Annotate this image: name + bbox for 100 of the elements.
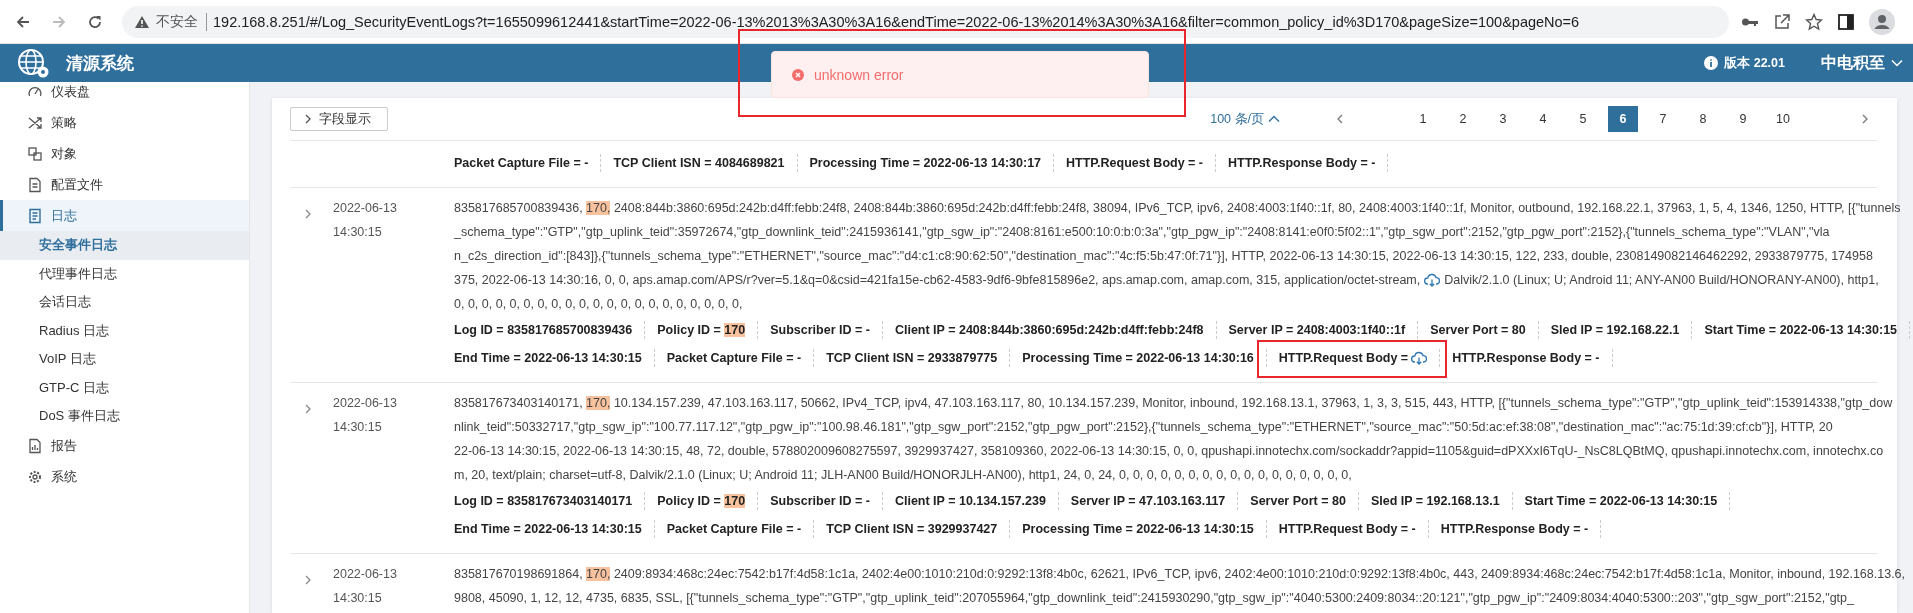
error-icon <box>792 68 804 81</box>
sidebar-subitem[interactable]: VoIP 日志 <box>0 345 249 374</box>
log-field: Policy ID = 170 <box>657 494 746 508</box>
log-field: Processing Time = 2022-06-13 14:30:15 <box>1022 522 1254 536</box>
log-field: Client IP = 10.134.157.239 <box>894 494 1046 508</box>
log-text: nlink_teid":50332717,"gtp_sgw_ip":"100.77.117.12","gtp_pgw_ip":"100.98.46.181","gtp_sgw_port":2152,"gtp_pgw_port":2152},{"tunnels_schema_type":"ETHERNET","source_mac":"50:5d:ac:ef:38:08","destination_mac":"ac:75:1d:39:cf:cb"}], HTTP, 20 <box>454 420 1833 434</box>
log-field: HTTP.Response Body = - <box>1452 351 1600 365</box>
log-text: m, 20, text/plain; charset=utf-8, Dalvik/2.1.0 (Linux; U; Android 11; JLH-AN00 Build/HONORJLH-AN00), http1, 24, 0, 24, 0, 0, 0, 0, 0, 0, 0, 0, 0, 0, 0, 0, 0, 0, 0, 0, 0, <box>454 468 1352 482</box>
log-field: TCP Client ISN = 3929937427 <box>826 522 998 536</box>
crossed-arrows-icon <box>27 114 43 131</box>
squares-icon <box>27 145 43 162</box>
sidebar-subitem[interactable]: 安全事件日志 <box>0 231 249 260</box>
chevron-left-icon <box>1335 113 1345 125</box>
log-field: Client IP = 2408:844b:3860:695d:242b:d4ff:febb:24f8 <box>894 323 1204 337</box>
page-button[interactable]: 3 <box>1488 106 1518 132</box>
error-message: unknown error <box>814 66 904 83</box>
expand-chevron-icon <box>303 208 313 220</box>
report-icon <box>27 438 43 454</box>
share-icon[interactable] <box>1773 12 1791 31</box>
expand-chevron-icon <box>303 574 313 586</box>
log-field: Start Time = 2022-06-13 14:30:15 <box>1524 494 1718 508</box>
sidebar-item[interactable]: 报告 <box>0 430 249 462</box>
app-title: 清源系统 <box>66 52 134 75</box>
page-size-select[interactable]: 100 条/页 <box>1210 110 1280 128</box>
page-button[interactable]: 4 <box>1528 106 1558 132</box>
profile-icon[interactable] <box>1869 8 1895 35</box>
sidebar-item[interactable]: 策略 <box>0 107 249 138</box>
forward-arrow-icon <box>51 13 67 30</box>
page-button[interactable]: 5 <box>1568 106 1598 132</box>
log-field: End Time = 2022-06-13 14:30:15 <box>454 522 642 536</box>
document-list-icon <box>27 207 43 224</box>
log-field: TCP Client ISN = 4084689821 <box>613 156 785 170</box>
cloud-download-icon <box>1411 351 1428 365</box>
log-field: Log ID = 835817685700839436 <box>454 323 633 337</box>
page-button[interactable]: 9 <box>1728 106 1758 132</box>
page-button[interactable]: 8 <box>1688 106 1718 132</box>
page-button[interactable]: 1 <box>1408 106 1438 132</box>
chevron-right-icon <box>1860 113 1870 125</box>
log-field: Packet Capture File = - <box>666 522 802 536</box>
log-field: Packet Capture File = - <box>666 351 802 365</box>
page-button[interactable]: 10 <box>1768 106 1798 132</box>
field-display-button[interactable]: 字段显示 <box>290 107 388 131</box>
log-date: 2022-06-13 <box>333 566 398 583</box>
log-time: 14:30:15 <box>333 419 383 436</box>
log-text: 9808, 45090, 1, 12, 12, 4735, 6835, SSL, [{"tunnels_schema_type":"GTP","gtp_uplink_teid":207055964,"gtp_downlink_teid":2415930290,"gtp_sgw_ip":"4040:5300:2409:8034::20:121","gtp_pgw_ip":"2409:8034:4040:5300::203","gtp_sgw_port":2152,"gtp_ <box>454 591 1854 605</box>
log-field: End Time = 2022-06-13 14:30:15 <box>454 351 642 365</box>
log-field: Start Time = 2022-06-13 14:30:15 <box>1704 323 1898 337</box>
log-field: HTTP.Request Body = - <box>1066 156 1204 170</box>
page-button[interactable]: 6 <box>1608 106 1638 132</box>
log-field: Server IP = 2408:4003:1f40::1f <box>1228 323 1406 337</box>
page-button[interactable]: 7 <box>1648 106 1678 132</box>
sidebar-item[interactable]: 系统 <box>0 461 249 493</box>
log-field: HTTP.Response Body = - <box>1440 522 1589 536</box>
url-text: 192.168.8.251/#/Log_SecurityEventLogs?t=1655099612441&startTime=2022-06-13%2013%3A30%3A16&endTime=2022-06-13%2014%3A30%3A16&filter=common_policy_id%3D170&pageSize=100&pageNo=6 <box>213 13 1580 30</box>
document-icon <box>27 176 43 193</box>
caret-down-icon <box>1891 59 1903 67</box>
user-menu[interactable]: 中电积至 <box>1821 52 1885 74</box>
log-field: Server Port = 80 <box>1430 323 1526 337</box>
star-icon[interactable] <box>1805 12 1823 31</box>
sidebar-item[interactable]: 仪表盘 <box>0 76 249 107</box>
address-bar[interactable]: 不安全 192.168.8.251/#/Log_SecurityEventLogs?t=1655099612441&startTime=2022-06-13%2013%3A30%3A16&endTime=2022-06-13%2014%3A30%3A16&filter=common_policy_id%3D170&pageSize=100&pageNo=6 <box>122 5 1729 38</box>
back-arrow-icon <box>15 13 31 30</box>
log-field: HTTP.Request Body = <box>1278 351 1409 365</box>
log-date: 2022-06-13 <box>333 200 398 217</box>
log-field: Packet Capture File = - <box>454 156 589 170</box>
log-text: Dalvik/2.1.0 (Linux; U; Android 11; ANY-AN00 Build/HONORANY-AN00), http1, <box>1444 273 1879 287</box>
log-text: 0, 0, 0, 0, 0, 0, 0, 0, 0, 0, 0, 0, 0, 0, 0, 0, 0, 0, 0, 0, 0, <box>454 297 743 311</box>
sidebar-item[interactable]: 配置文件 <box>0 169 249 200</box>
log-field: HTTP.Request Body = - <box>1278 522 1416 536</box>
log-text: 375, 2022-06-13 14:30:16, 0, 0, aps.amap.com/APS/r?ver=5.1&q=0&csid=421fa15e-cb62-4583-9df6-9bfe815896e2, aps.amap.com, amap.com, 315, application/octet-stream, <box>454 273 1421 287</box>
log-text: 835817673403140171, 170, 10.134.157.239, 47.103.163.117, 50662, IPv4_TCP, ipv4, 47.103.163.117, 80, 10.134.157.239, Monitor, inbound, 192.168.13.1, 37963, 1, 3, 3, 515, 443, HTTP, [{"tunnels_schema_type":"GTP","gtp_uplink_teid":153914338,"gtp_dow <box>454 396 1893 410</box>
sidebar-subitem[interactable]: DoS 事件日志 <box>0 402 249 431</box>
log-field: Server IP = 47.103.163.117 <box>1070 494 1226 508</box>
log-text: 835817670198691864, 170, 2409:8934:468c:24ec:7542:b17f:4d58:1c1a, 2402:4e00:1010:210d:0:9292:13f8:4b0c, 62621, IPv6_TCP, ipv6, 2402:4e00:1010:210d:0:9292:13f8:4b0c, 443, 2409:8934:468c:24ec:7542:b17f:4d58:1c1a, Monitor, inbound, 192.168.13.6, <box>454 567 1906 581</box>
log-time: 14:30:15 <box>333 590 383 607</box>
log-text: n_c2s_direction_id":[843]},{"tunnels_schema_type":"ETHERNET","source_mac":"d4:c1:c8:90:62:50","destination_mac":"4c:f5:5b:47:0f:71"}], HTTP, 2022-06-13 14:30:15, 2022-06-13 14:30:15, 122, 233, double, 2308149082146462292, 2933879775, 174958 <box>454 249 1873 263</box>
log-field: Policy ID = 170 <box>657 323 746 337</box>
info-icon <box>1704 56 1719 70</box>
log-field: Sled IP = 192.168.22.1 <box>1550 323 1680 337</box>
log-field: Log ID = 835817673403140171 <box>454 494 633 508</box>
log-text: 22-06-13 14:30:15, 2022-06-13 14:30:15, 48, 72, double, 578802009608275597, 3929937427, 358109360, 2022-06-13 14:30:15, 0, 0, qpushapi.innotechx.com/sockaddr?appid=1105&guid=dPXXxI6TqU-_NsC8LQBtMQ, qpushapi.innotechx.com, innotechx.co <box>454 444 1884 458</box>
log-field: Processing Time = 2022-06-13 14:30:17 <box>809 156 1042 170</box>
sidebar-item[interactable]: 对象 <box>0 138 249 169</box>
gear-icon <box>27 469 43 485</box>
log-text: _schema_type":"GTP","gtp_uplink_teid":35972674,"gtp_downlink_teid":2415936141,"gtp_sgw_ip":"2408:8161:e500:10:0:b:0:3a","gtp_pgw_ip":"2408:8141:e0f0:5f02::1","gtp_sgw_port":2152,"gtp_pgw_port":2152},{"tunnels_schema_type":"VLAN","vla <box>454 225 1830 239</box>
sidebar-subitem[interactable]: Radius 日志 <box>0 316 249 345</box>
warning-icon <box>134 14 150 29</box>
log-text: 835817685700839436, 170, 2408:844b:3860:695d:242b:d4ff:febb:24f8, 2408:844b:3860:695d:242b:d4ff:febb:24f8, 38094, IPv6_TCP, ipv6, 2408:4003:1f40::1f, 80, 2408:4003:1f40::1f, Monitor, outbound, 192.168.22.1, 37963, 1, 5, 4, 1346, 1250, HTTP, [{"tunnels <box>454 201 1901 215</box>
sidebar-subitem[interactable]: 代理事件日志 <box>0 259 249 288</box>
log-time: 14:30:15 <box>333 224 383 241</box>
side-panel-icon[interactable] <box>1837 12 1855 31</box>
log-field: HTTP.Response Body = - <box>1228 156 1376 170</box>
sidebar-item[interactable]: 日志 <box>0 200 249 231</box>
page-button[interactable]: 2 <box>1448 106 1478 132</box>
log-date: 2022-06-13 <box>333 395 398 412</box>
version-label: 版本 22.01 <box>1724 54 1785 72</box>
log-field: Processing Time = 2022-06-13 14:30:16 <box>1022 351 1254 365</box>
sidebar-subitem[interactable]: 会话日志 <box>0 288 249 317</box>
log-field: Subscriber ID = - <box>770 323 870 337</box>
sidebar-subitem[interactable]: GTP-C 日志 <box>0 373 249 402</box>
